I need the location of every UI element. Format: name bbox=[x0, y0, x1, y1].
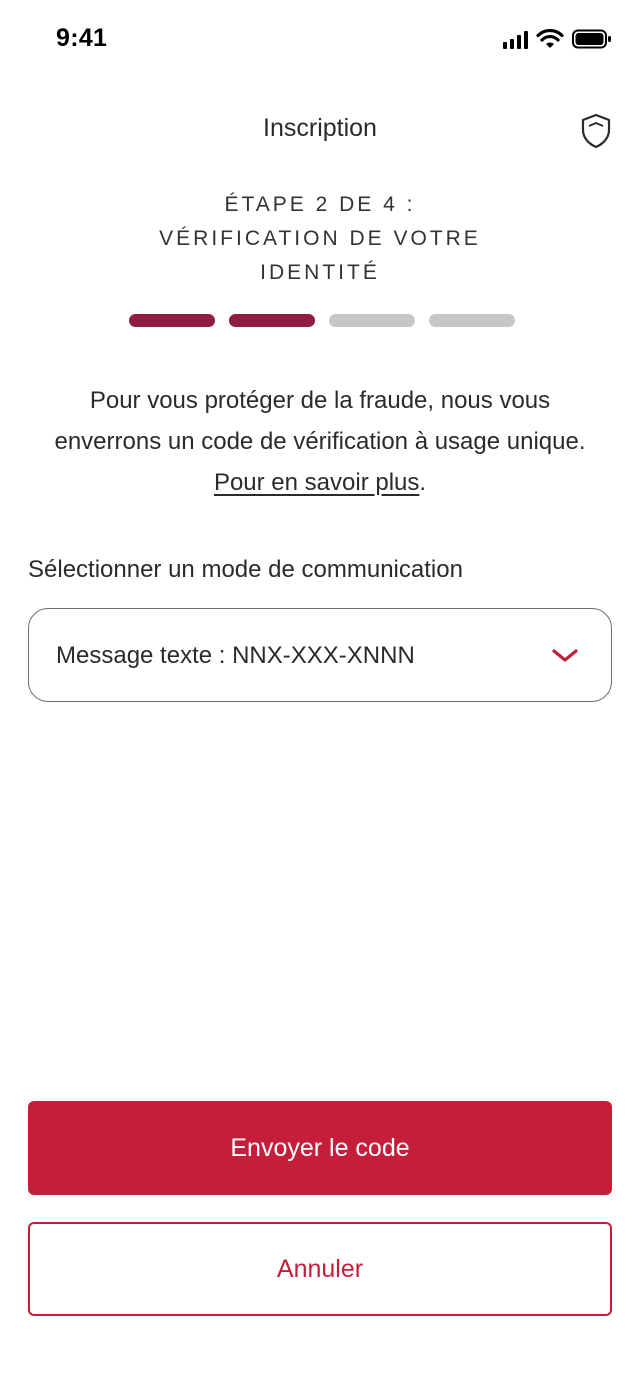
step-progress bbox=[129, 314, 515, 327]
status-icons bbox=[503, 28, 612, 50]
cancel-button[interactable]: Annuler bbox=[28, 1222, 612, 1316]
progress-segment-pending bbox=[429, 314, 515, 327]
chevron-down-icon bbox=[551, 647, 579, 665]
status-time: 9:41 bbox=[56, 24, 108, 52]
registration-screen: 9:41 Inscription ÉTAPE 2 DE 4: VÉRIFICA… bbox=[0, 0, 640, 1386]
step-heading: ÉTAPE 2 DE 4 : VÉRIFICATION DE VOTRE IDE… bbox=[0, 188, 640, 290]
contact-method-value: Message texte : NNX-XXX-XNNN bbox=[56, 642, 415, 669]
progress-segment-pending bbox=[329, 314, 415, 327]
step-heading-line-3: IDENTITÉ bbox=[260, 261, 380, 284]
battery-icon bbox=[572, 29, 612, 49]
step-heading-line-2: VÉRIFICATION DE VOTRE bbox=[159, 227, 481, 250]
wifi-icon bbox=[536, 29, 564, 49]
progress-segment-complete bbox=[229, 314, 315, 327]
send-code-button[interactable]: Envoyer le code bbox=[28, 1101, 612, 1195]
contact-method-label: Sélectionner un mode de communication bbox=[28, 556, 463, 583]
page-title: Inscription bbox=[263, 114, 377, 142]
shield-icon[interactable] bbox=[580, 113, 612, 149]
intro-text: Pour vous protéger de la fraude, nous vo… bbox=[50, 380, 590, 503]
signal-icon bbox=[503, 29, 528, 49]
status-bar: 9:41 bbox=[0, 0, 640, 80]
step-heading-line-1: ÉTAPE 2 DE 4 : bbox=[224, 193, 416, 216]
progress-segment-complete bbox=[129, 314, 215, 327]
contact-method-select[interactable]: Message texte : NNX-XXX-XNNN bbox=[28, 608, 612, 702]
intro-body: Pour vous protéger de la fraude, nous vo… bbox=[54, 387, 586, 455]
intro-end: . bbox=[419, 469, 427, 496]
learn-more-link[interactable]: Pour en savoir plus bbox=[214, 469, 419, 496]
